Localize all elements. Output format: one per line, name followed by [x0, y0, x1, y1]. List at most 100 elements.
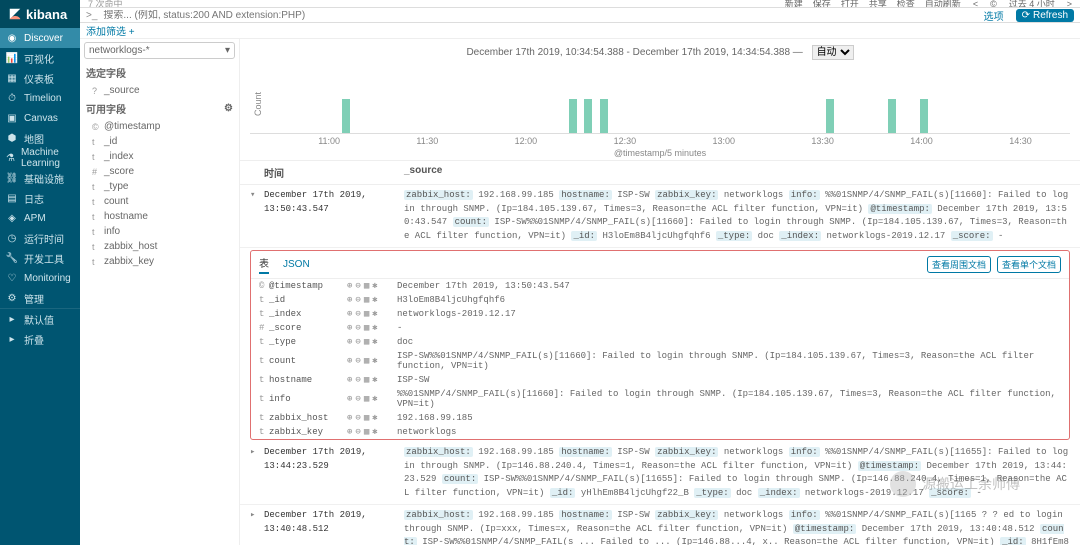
field-item[interactable]: tcount	[80, 194, 239, 209]
exists-icon[interactable]: ✱	[372, 413, 377, 423]
nav-discover[interactable]: ◉Discover	[0, 28, 80, 48]
filter-for-icon[interactable]: ⊕	[347, 281, 352, 291]
nav-默认值[interactable]: ▸默认值	[0, 309, 80, 329]
filter-bar: 添加筛选 +	[80, 23, 1080, 39]
chart-bar[interactable]	[920, 99, 928, 134]
exists-icon[interactable]: ✱	[372, 337, 377, 347]
filter-for-icon[interactable]: ⊕	[347, 427, 352, 437]
nav-monitoring[interactable]: ♡Monitoring	[0, 268, 80, 288]
filter-out-icon[interactable]: ⊖	[355, 295, 360, 305]
chart-bar[interactable]	[569, 99, 577, 134]
nav-仪表板[interactable]: ▦仪表板	[0, 68, 80, 88]
field-item[interactable]: #_score	[80, 164, 239, 179]
nav-基础设施[interactable]: ⛓基础设施	[0, 168, 80, 188]
filter-out-icon[interactable]: ⊖	[355, 413, 360, 423]
exists-icon[interactable]: ✱	[372, 323, 377, 333]
toggle-column-icon[interactable]: ▦	[364, 337, 369, 347]
nav-icon: 🔧	[6, 253, 18, 264]
nav-地图[interactable]: ⬢地图	[0, 128, 80, 148]
exists-icon[interactable]: ✱	[372, 427, 377, 437]
nav-icon: ⚙	[6, 293, 18, 304]
toggle-column-icon[interactable]: ▦	[364, 356, 369, 366]
filter-for-icon[interactable]: ⊕	[347, 295, 352, 305]
toggle-column-icon[interactable]: ▦	[364, 281, 369, 291]
nav-日志[interactable]: ▤日志	[0, 188, 80, 208]
index-pattern-select[interactable]: networklogs-* ▾	[84, 42, 235, 59]
time-column-header[interactable]: 时间	[264, 165, 404, 180]
field-item[interactable]: tinfo	[80, 224, 239, 239]
field-item[interactable]: t_index	[80, 149, 239, 164]
filter-for-icon[interactable]: ⊕	[347, 323, 352, 333]
watermark: 源搬运工余师傅	[890, 471, 1020, 497]
toggle-column-icon[interactable]: ▦	[364, 375, 369, 385]
filter-for-icon[interactable]: ⊕	[347, 413, 352, 423]
nav-apm[interactable]: ◈APM	[0, 208, 80, 228]
toggle-column-icon[interactable]: ▦	[364, 295, 369, 305]
chart-bar[interactable]	[600, 99, 608, 134]
exists-icon[interactable]: ✱	[372, 356, 377, 366]
options-link[interactable]: 选项	[984, 8, 1012, 23]
filter-out-icon[interactable]: ⊖	[355, 375, 360, 385]
expand-toggle[interactable]: ▸	[250, 509, 264, 545]
field-item[interactable]: tzabbix_host	[80, 239, 239, 254]
filter-out-icon[interactable]: ⊖	[355, 281, 360, 291]
exists-icon[interactable]: ✱	[372, 375, 377, 385]
expanded-field-row: tcount⊕⊖▦✱ISP-SW%%01SNMP/4/SNMP_FAIL(s)[…	[251, 349, 1069, 373]
filter-out-icon[interactable]: ⊖	[355, 337, 360, 347]
nav-运行时间[interactable]: ◷运行时间	[0, 228, 80, 248]
nav-icon: ▣	[6, 113, 18, 124]
filter-out-icon[interactable]: ⊖	[355, 309, 360, 319]
expanded-field-row: tzabbix_host⊕⊖▦✱192.168.99.185	[251, 411, 1069, 425]
exists-icon[interactable]: ✱	[372, 295, 377, 305]
tab-table[interactable]: 表	[259, 255, 269, 274]
chart-bar[interactable]	[342, 99, 350, 134]
refresh-button[interactable]: ⟳ Refresh	[1016, 9, 1074, 22]
chart-bar[interactable]	[888, 99, 896, 134]
source-column-header[interactable]: _source	[404, 165, 1070, 180]
tab-json[interactable]: JSON	[283, 259, 310, 270]
field-item[interactable]: tzabbix_key	[80, 254, 239, 269]
filter-for-icon[interactable]: ⊕	[347, 309, 352, 319]
expand-toggle[interactable]: ▸	[250, 446, 264, 500]
field-item[interactable]: thostname	[80, 209, 239, 224]
chart-bar[interactable]	[826, 99, 834, 134]
nav-开发工具[interactable]: 🔧开发工具	[0, 248, 80, 268]
add-filter-button[interactable]: 添加筛选 +	[86, 23, 135, 38]
nav-timelion[interactable]: ⏱Timelion	[0, 88, 80, 108]
filter-for-icon[interactable]: ⊕	[347, 337, 352, 347]
toggle-column-icon[interactable]: ▦	[364, 323, 369, 333]
filter-out-icon[interactable]: ⊖	[355, 394, 360, 404]
exists-icon[interactable]: ✱	[372, 309, 377, 319]
interval-select[interactable]: 自动	[812, 45, 854, 60]
chart-xlabel: @timestamp/5 minutes	[250, 148, 1070, 158]
nav-canvas[interactable]: ▣Canvas	[0, 108, 80, 128]
exists-icon[interactable]: ✱	[372, 281, 377, 291]
filter-out-icon[interactable]: ⊖	[355, 323, 360, 333]
gear-icon[interactable]: ⚙	[224, 103, 233, 114]
filter-out-icon[interactable]: ⊖	[355, 356, 360, 366]
nav-icon: ▸	[6, 314, 18, 325]
nav-icon: ⛓	[6, 173, 18, 184]
view-surrounding-button[interactable]: 查看周围文档	[927, 256, 991, 273]
expand-toggle[interactable]: ▾	[250, 189, 264, 243]
toggle-column-icon[interactable]: ▦	[364, 309, 369, 319]
nav-折叠[interactable]: ▸折叠	[0, 329, 80, 349]
view-single-button[interactable]: 查看单个文档	[997, 256, 1061, 273]
nav-管理[interactable]: ⚙管理	[0, 288, 80, 308]
toggle-column-icon[interactable]: ▦	[364, 394, 369, 404]
filter-for-icon[interactable]: ⊕	[347, 394, 352, 404]
field-item[interactable]: ©@timestamp	[80, 119, 239, 134]
exists-icon[interactable]: ✱	[372, 394, 377, 404]
chart-bar[interactable]	[584, 99, 592, 134]
filter-for-icon[interactable]: ⊕	[347, 375, 352, 385]
field-item[interactable]: t_type	[80, 179, 239, 194]
filter-out-icon[interactable]: ⊖	[355, 427, 360, 437]
nav-可视化[interactable]: 📊可视化	[0, 48, 80, 68]
toggle-column-icon[interactable]: ▦	[364, 427, 369, 437]
field-item[interactable]: ?_source	[80, 83, 239, 98]
filter-for-icon[interactable]: ⊕	[347, 356, 352, 366]
toggle-column-icon[interactable]: ▦	[364, 413, 369, 423]
nav-machine learning[interactable]: ⚗Machine Learning	[0, 148, 80, 168]
kibana-logo[interactable]: kibana	[0, 0, 80, 28]
field-item[interactable]: t_id	[80, 134, 239, 149]
